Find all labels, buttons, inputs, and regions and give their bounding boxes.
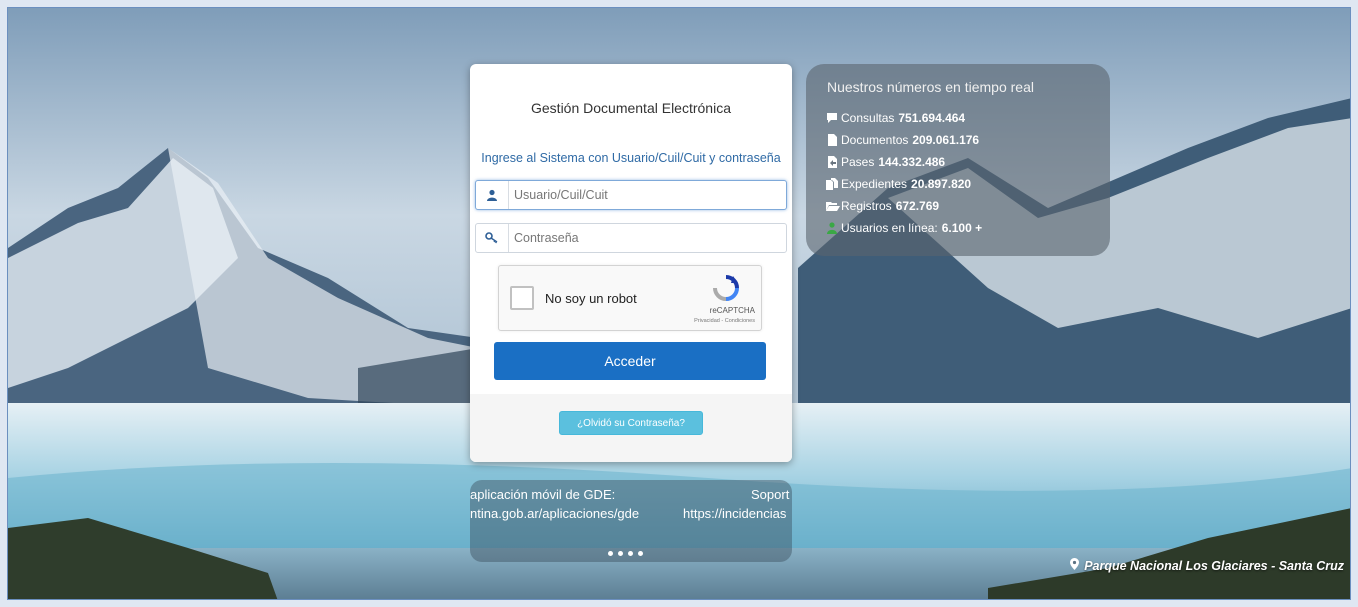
recaptcha-logo-icon	[711, 274, 741, 307]
stat-documentos: Documentos 209.061.176	[826, 133, 979, 147]
carousel-dot[interactable]	[628, 551, 633, 556]
info-carousel: aplicación móvil de GDE: Soport ntina.go…	[470, 480, 792, 562]
carousel-text-support: Soport	[751, 487, 790, 502]
login-card: Gestión Documental Electrónica Ingrese a…	[470, 64, 792, 462]
card-footer: ¿Olvidó su Contraseña?	[470, 394, 792, 462]
document-icon	[826, 134, 838, 146]
stat-value: 20.897.820	[911, 177, 972, 191]
app-title: Gestión Documental Electrónica	[531, 100, 731, 116]
stat-pases: Pases 144.332.486	[826, 155, 945, 169]
username-input[interactable]	[512, 184, 776, 206]
stat-label: Consultas	[841, 111, 895, 125]
stat-value: 144.332.486	[878, 155, 946, 169]
pass-icon	[826, 156, 838, 168]
username-field[interactable]	[475, 180, 787, 210]
stat-consultas: Consultas 751.694.464	[826, 111, 965, 125]
login-button[interactable]: Acceder	[494, 342, 766, 380]
user-icon	[476, 181, 509, 209]
recaptcha-brand: reCAPTCHA	[709, 306, 755, 315]
carousel-dot[interactable]	[618, 551, 623, 556]
map-marker-icon	[1070, 558, 1080, 573]
stats-title: Nuestros números en tiempo real	[827, 79, 1034, 95]
key-icon	[476, 224, 509, 252]
comment-icon	[826, 112, 838, 124]
carousel-dots	[608, 551, 643, 556]
recaptcha-links[interactable]: Privacidad - Condiciones	[694, 318, 755, 324]
recaptcha-checkbox[interactable]	[510, 286, 534, 310]
stat-label: Usuarios en línea:	[841, 221, 938, 235]
user-green-icon	[826, 222, 838, 234]
stats-panel: Nuestros números en tiempo real Consulta…	[806, 64, 1110, 256]
recaptcha-widget: No soy un robot reCAPTCHA Privacidad - C…	[498, 265, 762, 331]
login-instructions: Ingrese al Sistema con Usuario/Cuil/Cuit…	[481, 151, 781, 165]
stat-value: 751.694.464	[898, 111, 966, 125]
stat-label: Expedientes	[841, 177, 908, 191]
carousel-link-support[interactable]: https://incidencias	[683, 506, 786, 521]
stat-label: Documentos	[841, 133, 909, 147]
location-text: Parque Nacional Los Glaciares - Santa Cr…	[1084, 558, 1344, 573]
stat-value: 672.769	[895, 199, 940, 213]
stat-label: Pases	[841, 155, 875, 169]
stat-expedientes: Expedientes 20.897.820	[826, 177, 971, 191]
location-caption: Parque Nacional Los Glaciares - Santa Cr…	[1070, 558, 1344, 573]
carousel-dot[interactable]	[638, 551, 643, 556]
stat-label: Registros	[841, 199, 892, 213]
stat-usuarios: Usuarios en línea: 6.100 +	[826, 221, 982, 235]
forgot-password-button[interactable]: ¿Olvidó su Contraseña?	[559, 411, 703, 435]
password-field[interactable]	[475, 223, 787, 253]
stat-registros: Registros 672.769	[826, 199, 939, 213]
stat-value: 209.061.176	[912, 133, 980, 147]
files-icon	[826, 178, 838, 190]
carousel-link-app[interactable]: ntina.gob.ar/aplicaciones/gde	[470, 506, 639, 521]
stat-value: 6.100 +	[941, 221, 983, 235]
password-input[interactable]	[512, 227, 776, 249]
carousel-text-app: aplicación móvil de GDE:	[470, 487, 616, 502]
folder-open-icon	[826, 200, 840, 212]
carousel-dot[interactable]	[608, 551, 613, 556]
recaptcha-label: No soy un robot	[545, 291, 637, 306]
